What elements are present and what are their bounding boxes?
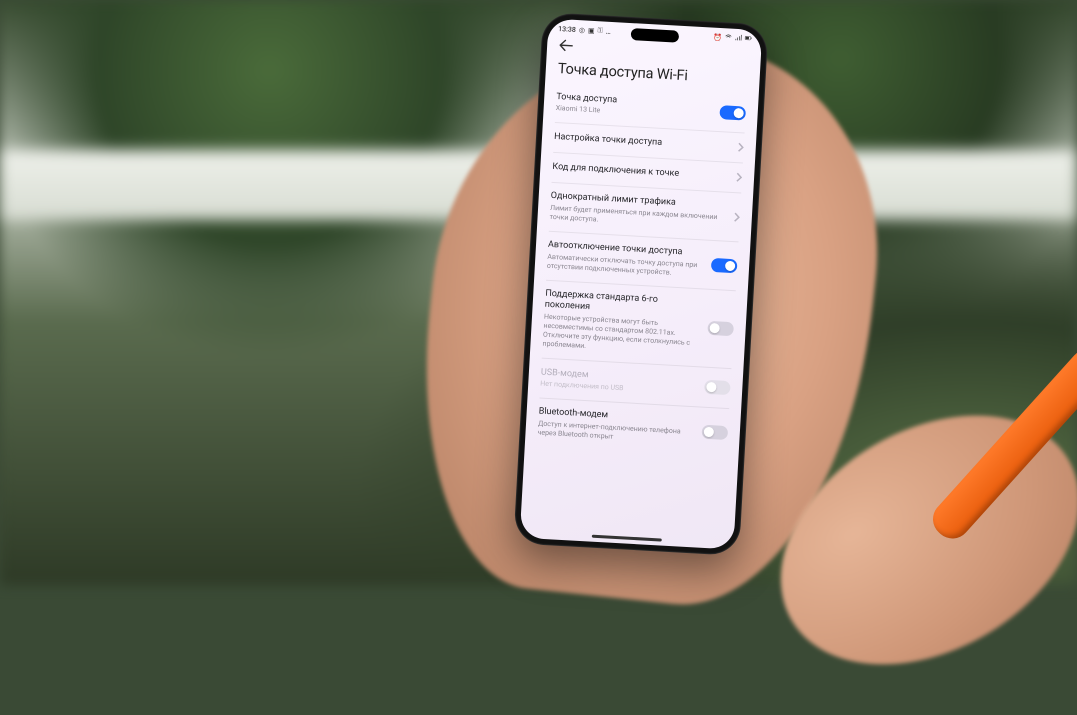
- chevron-right-icon: [736, 172, 743, 182]
- row-label: Код для подключения к точке: [552, 161, 728, 182]
- signal-icon: [735, 34, 742, 43]
- phone-frame: 13:38 ◎ ▣ ⚿ … ⏰: [513, 12, 768, 556]
- bt-toggle[interactable]: [701, 424, 728, 439]
- usb-toggle: [704, 380, 731, 395]
- gesture-bar[interactable]: [592, 535, 662, 542]
- status-more-icon: …: [606, 27, 611, 35]
- alarm-icon: ⏰: [713, 33, 722, 41]
- status-icon: ◎: [579, 26, 586, 34]
- phone-screen: 13:38 ◎ ▣ ⚿ … ⏰: [520, 18, 763, 549]
- battery-icon: [745, 34, 752, 43]
- settings-list: Точка доступа Xiaomi 13 Lite Настройка т…: [525, 82, 759, 457]
- chevron-right-icon: [734, 212, 741, 222]
- row-label: Настройка точки доступа: [554, 132, 730, 153]
- wifi6-toggle[interactable]: [707, 321, 734, 336]
- status-time: 13:38: [558, 24, 576, 33]
- status-icon: ▣: [588, 26, 595, 34]
- autooff-toggle[interactable]: [711, 257, 738, 272]
- hotspot-toggle[interactable]: [719, 105, 746, 120]
- row-wifi6[interactable]: Поддержка стандарта 6-го поколения Некот…: [542, 280, 736, 368]
- status-icon: ⚿: [597, 26, 603, 35]
- chevron-right-icon: [737, 143, 744, 153]
- wifi-icon: [725, 33, 732, 42]
- page-title: Точка доступа Wi-Fi: [557, 60, 748, 88]
- row-bt[interactable]: Bluetooth-модем Доступ к интернет-подклю…: [537, 398, 729, 457]
- row-sub: Некоторые устройства могут быть несовмес…: [542, 312, 700, 357]
